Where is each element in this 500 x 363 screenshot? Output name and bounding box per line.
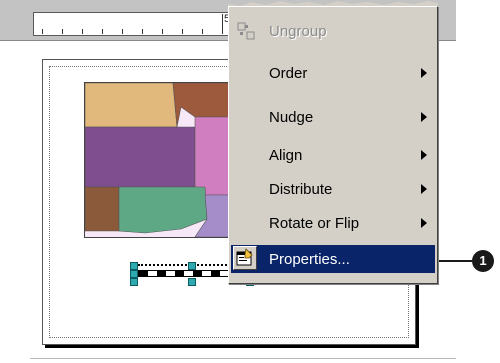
menu-item-rotate-or-flip[interactable]: Rotate or Flip <box>231 209 435 237</box>
selection-handle[interactable] <box>130 270 138 278</box>
menu-item-distribute[interactable]: Distribute <box>231 175 435 203</box>
ruler-tick <box>142 29 143 34</box>
context-menu: Ungroup Order Nudge Align Distribute Rot… <box>228 6 438 284</box>
horizontal-ruler: 5 <box>33 12 235 36</box>
callout-leader-line <box>432 260 472 262</box>
ruler-tick-major <box>222 14 223 34</box>
map-region-kansas <box>194 116 232 196</box>
ruler-tick <box>102 29 103 34</box>
callout-badge: 1 <box>472 250 494 272</box>
map-region-new-mexico <box>84 186 120 232</box>
map-region-colorado <box>84 82 178 128</box>
submenu-arrow-icon <box>421 112 427 122</box>
menu-item-properties[interactable]: Properties... <box>231 245 435 273</box>
map-region-oklahoma <box>118 186 208 234</box>
menu-item-nudge[interactable]: Nudge <box>231 103 435 131</box>
ruler-tick <box>202 29 203 34</box>
menu-item-label: Align <box>269 147 303 164</box>
submenu-arrow-icon <box>421 150 427 160</box>
properties-icon <box>233 246 257 270</box>
menu-item-label: Distribute <box>269 181 333 198</box>
ruler-tick <box>62 29 63 34</box>
menu-item-order[interactable]: Order <box>231 59 435 87</box>
selection-handle[interactable] <box>188 278 196 286</box>
submenu-arrow-icon <box>421 184 427 194</box>
ruler-tick <box>122 29 123 34</box>
ruler-tick <box>182 29 183 34</box>
menu-item-ungroup[interactable]: Ungroup <box>231 17 435 45</box>
menu-item-label: Properties... <box>269 251 350 268</box>
ruler-tick <box>82 29 83 34</box>
menu-item-align[interactable]: Align <box>231 141 435 169</box>
divider-line <box>30 358 456 359</box>
ruler-tick <box>42 29 43 34</box>
menu-item-label: Rotate or Flip <box>269 215 360 232</box>
selection-handle[interactable] <box>130 262 138 270</box>
selection-handle[interactable] <box>188 262 196 270</box>
ungroup-icon <box>235 20 257 42</box>
submenu-arrow-icon <box>421 68 427 78</box>
selection-handle[interactable] <box>130 278 138 286</box>
ruler-tick <box>162 29 163 34</box>
menu-item-label: Order <box>269 65 308 82</box>
map-region-utah <box>84 126 196 188</box>
submenu-arrow-icon <box>421 218 427 228</box>
menu-item-label: Ungroup <box>269 23 327 40</box>
menu-item-label: Nudge <box>269 109 314 126</box>
map-data-frame[interactable] <box>84 82 232 238</box>
map-states-graphic <box>84 82 232 238</box>
